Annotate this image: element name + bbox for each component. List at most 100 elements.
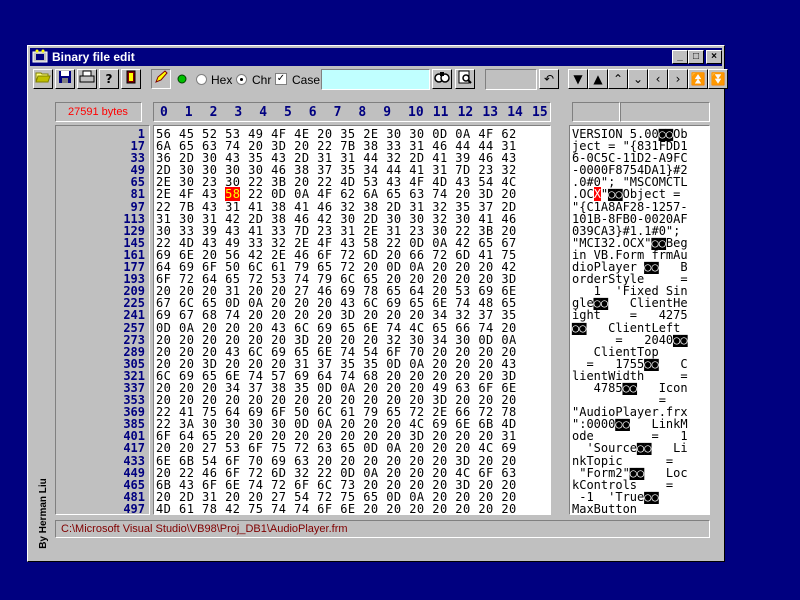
- open-folder-icon: [35, 72, 51, 83]
- offset-value: 241: [123, 308, 145, 323]
- column-header-5: 5: [284, 105, 292, 120]
- left-button[interactable]: ‹: [648, 69, 668, 89]
- offset-list: 1 17 33 49 65 81 97 113 129 145 161 177 193 209 225 241…: [123, 128, 145, 515]
- file-size-text: 27591 bytes: [68, 106, 128, 118]
- app-icon: [32, 49, 48, 63]
- column-header-9: 9: [383, 105, 392, 120]
- open-button[interactable]: [33, 69, 53, 89]
- first-page-icon: ▼: [573, 72, 583, 86]
- main-window: Binary file edit _ □ × ? Hex Chr ✓ Case: [27, 45, 728, 562]
- hex-row[interactable]: 2E 4F 43 58 22 0D 0A 4F 62 6A 65 63 74 2…: [156, 187, 517, 202]
- page-up-button[interactable]: ⏫: [688, 69, 708, 89]
- chr-radio[interactable]: [236, 74, 247, 85]
- scroll-down-icon: ⌄: [632, 72, 644, 86]
- column-header-1: 1: [184, 105, 193, 120]
- column-header-14: 14: [507, 105, 523, 120]
- close-button[interactable]: ×: [706, 50, 722, 64]
- goto-input[interactable]: [485, 69, 537, 90]
- hex-label: Hex: [211, 73, 233, 87]
- hex-row[interactable]: 31 30 31 42 2D 38 46 42 30 2D 30 30 32 3…: [156, 213, 517, 225]
- first-button[interactable]: ▼: [568, 69, 588, 89]
- offset-value: 97: [130, 199, 145, 214]
- find-next-icon: [458, 70, 472, 84]
- text-row[interactable]: kControls =: [572, 479, 688, 491]
- help-button[interactable]: ?: [99, 69, 119, 89]
- save-button[interactable]: [55, 69, 75, 89]
- print-icon: [79, 70, 95, 83]
- text-row[interactable]: ◙◙ ClientLeft: [572, 321, 688, 333]
- column-header-8: 8: [358, 105, 367, 120]
- case-checkbox[interactable]: ✓: [275, 73, 287, 85]
- last-button[interactable]: ⏬: [708, 69, 728, 89]
- hex-rows: 56 45 52 53 49 4F 4E 20 35 2E 30 30 0D 0…: [156, 128, 517, 515]
- hex-radio[interactable]: [196, 74, 207, 85]
- text-row[interactable]: 101B-8FB0-0020AF: [572, 213, 688, 225]
- down-button[interactable]: ⌄: [628, 69, 648, 89]
- hex-row[interactable]: 4D 61 78 42 75 74 74 6F 6E 20 20 20 20 2…: [156, 503, 517, 515]
- column-header-3: 3: [234, 105, 243, 120]
- pen-icon: [155, 70, 168, 83]
- hex-row[interactable]: 20 20 20 43 6C 69 65 6E 74 54 6F 70 20 2…: [156, 346, 517, 358]
- text-row[interactable]: 'Source◙◙ Li: [572, 442, 688, 454]
- find-button[interactable]: [432, 69, 452, 89]
- offset-value: 273: [123, 332, 145, 347]
- hex-row[interactable]: 0D 0A 20 20 20 43 6C 69 65 6E 74 4C 65 6…: [156, 321, 517, 333]
- text-row[interactable]: nkTopic =: [572, 454, 688, 466]
- scroll-left-icon: ‹: [655, 72, 661, 86]
- green-light-icon: [177, 74, 187, 84]
- scroll-right-icon: ›: [675, 72, 681, 86]
- hex-row[interactable]: 20 20 20 20 20 20 3D 20 20 20 32 30 34 3…: [156, 333, 517, 345]
- offset-panel: 1 17 33 49 65 81 97 113 129 145 161 177 193 209 225 241…: [55, 125, 150, 515]
- hex-row[interactable]: 20 22 46 6F 72 6D 32 22 0D 0A 20 20 20 4…: [156, 467, 517, 479]
- chr-label: Chr: [252, 73, 272, 87]
- size-box: 27591 bytes: [55, 102, 142, 122]
- column-header: 0 1 2 3 4 5 6 7 8 9 10 11 12 13 14 15: [153, 102, 551, 122]
- author-text: By Herman Liu: [37, 478, 49, 549]
- scroll-up-icon: ⌃: [612, 72, 624, 86]
- hex-row[interactable]: 20 20 27 53 6F 75 72 63 65 0D 0A 20 20 2…: [156, 442, 517, 454]
- exit-button[interactable]: [121, 69, 141, 89]
- top-button[interactable]: ▲: [588, 69, 608, 89]
- toolbar: ? Hex Chr ✓ Case ↶ ▼ ▲ ⌃ ⌄ ‹ › ⏫ ⏬: [30, 67, 728, 93]
- column-header-15: 15: [532, 105, 548, 120]
- print-button[interactable]: [77, 69, 97, 89]
- last-page-icon: ⏬: [710, 72, 726, 86]
- offset-value: 257: [123, 320, 145, 335]
- author-label: By Herman Liu: [30, 478, 49, 549]
- text-row[interactable]: = 2040◙◙: [572, 333, 688, 345]
- column-header-2: 2: [209, 105, 218, 120]
- text-row[interactable]: ight = 4275: [572, 309, 688, 321]
- hex-row[interactable]: 6E 6B 54 6F 70 69 63 20 20 20 20 20 20 3…: [156, 454, 517, 466]
- undo-icon: ↶: [543, 72, 555, 86]
- find-next-button[interactable]: [455, 69, 475, 89]
- text-row[interactable]: MaxButton: [572, 503, 688, 515]
- column-header-6: 6: [308, 105, 317, 120]
- undo-button[interactable]: ↶: [539, 69, 559, 89]
- offset-value: 449: [123, 465, 145, 480]
- text-row[interactable]: .OCX"◙◙Object =: [572, 187, 688, 202]
- file-path: C:\Microsoft Visual Studio\VB98\Proj_DB1…: [61, 523, 348, 535]
- edit-mode-button[interactable]: [151, 69, 171, 89]
- minimize-button[interactable]: _: [672, 50, 688, 64]
- case-label: Case: [292, 73, 321, 87]
- hex-panel[interactable]: 56 45 52 53 49 4F 4E 20 35 2E 30 30 0D 0…: [153, 125, 551, 515]
- save-disk-icon: [59, 71, 71, 83]
- offset-value: 417: [123, 441, 145, 456]
- offset-value: 81: [130, 187, 145, 202]
- text-row[interactable]: "Form2"◙◙ Loc: [572, 467, 688, 479]
- text-row[interactable]: "{C1A8AF28-1257-: [572, 200, 688, 212]
- scroll-top-icon: ▲: [593, 72, 603, 86]
- text-panel[interactable]: VERSION 5.00◙◙Ob ject = "{831FDD1 6-0C5C-1…: [569, 125, 710, 515]
- column-header-10: 10: [408, 105, 424, 120]
- exit-door-icon: [126, 70, 136, 84]
- hex-row[interactable]: 69 67 68 74 20 20 20 20 3D 20 20 20 34 3…: [156, 309, 517, 321]
- up-button[interactable]: ⌃: [608, 69, 628, 89]
- search-input[interactable]: [321, 69, 430, 90]
- right-button[interactable]: ›: [668, 69, 688, 89]
- text-row[interactable]: ClientTop: [572, 346, 688, 358]
- offset-value: 497: [123, 501, 145, 516]
- binoculars-find-icon: [434, 72, 450, 83]
- maximize-button[interactable]: □: [688, 50, 704, 64]
- hex-row[interactable]: 22 7B 43 31 41 38 41 46 32 38 2D 31 32 3…: [156, 200, 517, 212]
- hex-row[interactable]: 6B 43 6F 6E 74 72 6F 6C 73 20 20 20 20 3…: [156, 479, 517, 491]
